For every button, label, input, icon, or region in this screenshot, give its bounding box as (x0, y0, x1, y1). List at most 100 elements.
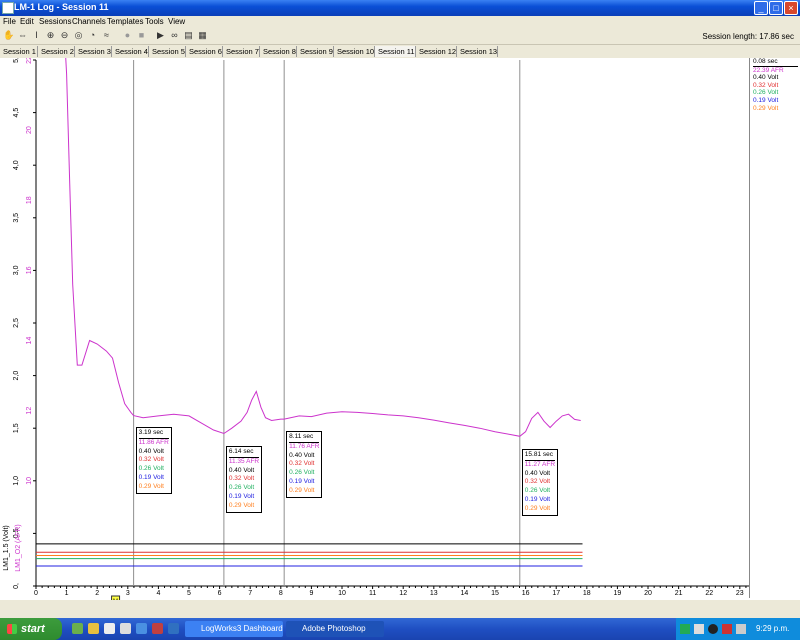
tray-volume-icon[interactable] (736, 624, 746, 634)
binoculars-icon[interactable]: ∞ (169, 30, 180, 41)
tab-session-2[interactable]: Session 2 (38, 46, 75, 57)
x-tick-label: 14 (461, 590, 469, 597)
menu-edit[interactable]: Edit (20, 17, 34, 26)
menu-view[interactable]: View (168, 17, 185, 26)
windows-logo-icon (7, 624, 17, 634)
x-tick-label: 16 (522, 590, 530, 597)
marker-value: 11.76 AFR (289, 442, 320, 450)
clock-icon[interactable]: ◔ (87, 30, 98, 41)
start-button[interactable]: start (0, 618, 62, 640)
play-icon[interactable]: ▶ (155, 30, 166, 41)
legend-value: 22.39 AFR (753, 66, 784, 74)
tab-session-10[interactable]: Session 10 (334, 46, 375, 57)
marker-value: 0.32 Volt (138, 456, 164, 464)
x-tick-label: 15 (491, 590, 499, 597)
menu-tools[interactable]: Tools (145, 17, 164, 26)
marker-time: 8.11 sec (289, 433, 320, 443)
zoom-fit-icon[interactable]: ◎ (73, 30, 84, 41)
tab-session-6[interactable]: Session 6 (186, 46, 223, 57)
task-photoshop[interactable]: Adobe Photoshop (286, 621, 384, 637)
x-tick-label: 23 (736, 590, 744, 597)
tab-session-5[interactable]: Session 5 (149, 46, 186, 57)
menu-templates[interactable]: Templates (107, 17, 143, 26)
menu-bar: File Edit Sessions Channels Templates To… (0, 16, 800, 28)
marker-readout[interactable]: 8.11 sec 11.76 AFR 0.40 Volt 0.32 Volt 0.26 … (286, 431, 323, 498)
task-logworks[interactable]: LogWorks3 Dashboard (185, 621, 283, 637)
tray-app-icon[interactable] (694, 624, 704, 634)
marker-value: 0.40 Volt (228, 466, 255, 474)
tray-antivirus-icon[interactable] (722, 624, 732, 634)
cursor-icon[interactable]: I (31, 30, 42, 41)
y-tick-label-afr: 12 (26, 407, 33, 415)
x-tick-label: 19 (614, 590, 622, 597)
menu-channels[interactable]: Channels (72, 17, 106, 26)
menu-sessions[interactable]: Sessions (39, 17, 71, 26)
quicklaunch-notepad-icon[interactable] (104, 623, 115, 634)
zoom-in-icon[interactable]: ⊕ (45, 30, 56, 41)
zoom-out-icon[interactable]: ⊖ (59, 30, 70, 41)
x-tick-label: 11 (369, 590, 376, 597)
chart-area[interactable]: 0 1 2 3 4 5 6 7 8 9 10 11 12 13 14 15 16 17 18 19 20 21 22 23 0,… (0, 58, 800, 600)
legend-value: 0.26 Volt (753, 89, 779, 97)
x-tick-label: 5 (187, 590, 191, 597)
tab-session-8[interactable]: Session 8 (260, 46, 297, 57)
quicklaunch-calc-icon[interactable] (120, 623, 131, 634)
quicklaunch-ie-icon[interactable] (136, 623, 147, 634)
x-tick-label: 21 (675, 590, 683, 597)
tab-session-4[interactable]: Session 4 (112, 46, 149, 57)
status-strip (0, 600, 800, 618)
tab-session-9[interactable]: Session 9 (297, 46, 334, 57)
window-title: LM-1 Log - Session 11 (14, 2, 109, 12)
marker-value: 0.26 Volt (228, 484, 255, 492)
x-tick-label: 12 (399, 590, 407, 597)
marker-readout[interactable]: 6.14 sec 11.35 AFR 0.40 Volt 0.32 Volt 0.26 … (225, 446, 263, 513)
tray-security-icon[interactable] (708, 624, 718, 634)
title-bar: LM-1 Log - Session 11 _ □ × (0, 0, 800, 16)
tab-session-12[interactable]: Session 12 (416, 46, 457, 57)
marker-readout[interactable]: 3.19 sec 11.86 AFR 0.40 Volt 0.32 Volt 0.26 … (135, 427, 172, 494)
legend-value: 0.32 Volt (753, 81, 779, 89)
marker-value: 0.19 Volt (228, 492, 255, 500)
y-tick-label-volt: 0, (13, 583, 20, 589)
marker-value: 11.35 AFR (228, 457, 260, 465)
x-tick-label: 7 (248, 590, 252, 597)
y-tick-label-afr: 20 (26, 126, 33, 134)
legend-time: 0.08 sec (753, 58, 798, 67)
marker-value: 0.32 Volt (228, 475, 255, 483)
close-button[interactable]: × (784, 1, 798, 15)
menu-file[interactable]: File (3, 17, 16, 26)
tab-session-3[interactable]: Session 3 (75, 46, 112, 57)
start-label: start (21, 623, 45, 635)
ruler-icon[interactable]: ≈ (101, 30, 112, 41)
x-tick-label: 0 (34, 590, 38, 597)
task-logworks-label: LogWorks3 Dashboard (201, 624, 283, 633)
arrows-icon[interactable]: ⇔ (17, 30, 28, 41)
marker-readout[interactable]: 15.81 sec 11.27 AFR 0.40 Volt 0.32 Volt 0.26… (521, 449, 559, 516)
x-tick-label: 9 (309, 590, 313, 597)
table-icon[interactable]: ▦ (197, 30, 208, 41)
maximize-button[interactable]: □ (769, 1, 783, 15)
hand-icon[interactable]: ✋ (3, 30, 14, 41)
marker-value: 0.26 Volt (524, 487, 551, 495)
quicklaunch-app-icon[interactable] (168, 623, 179, 634)
tray-network-icon[interactable] (680, 624, 690, 634)
record-icon[interactable]: ● (122, 30, 133, 41)
y-tick-label-afr: 22 (26, 58, 33, 64)
marker-value: 0.29 Volt (524, 504, 551, 512)
toolbar: ✋ ⇔ I ⊕ ⊖ ◎ ◔ ≈ ● ■ ▶ ∞ ▤ ▦ Session leng… (0, 28, 800, 45)
log-chart[interactable]: 0 1 2 3 4 5 6 7 8 9 10 11 12 13 14 15 16 17 18 19 20 21 22 230,… (0, 58, 750, 600)
chart-icon[interactable]: ▤ (183, 30, 194, 41)
minimize-button[interactable]: _ (754, 1, 768, 15)
y-tick-label-volt: 4,0 (13, 160, 20, 170)
tab-session-1[interactable]: Session 1 (0, 46, 38, 57)
tab-session-11[interactable]: Session 11 (375, 46, 416, 57)
tab-session-7[interactable]: Session 7 (223, 46, 260, 57)
app-icon (2, 2, 14, 14)
quicklaunch-folder-icon[interactable] (88, 623, 99, 634)
tab-session-13[interactable]: Session 13 (457, 46, 498, 57)
x-tick-label: 1 (65, 590, 69, 597)
quicklaunch-desktop-icon[interactable] (72, 623, 83, 634)
quicklaunch-media-icon[interactable] (152, 623, 163, 634)
stop-icon[interactable]: ■ (136, 30, 147, 41)
x-tick-label: 8 (279, 590, 283, 597)
